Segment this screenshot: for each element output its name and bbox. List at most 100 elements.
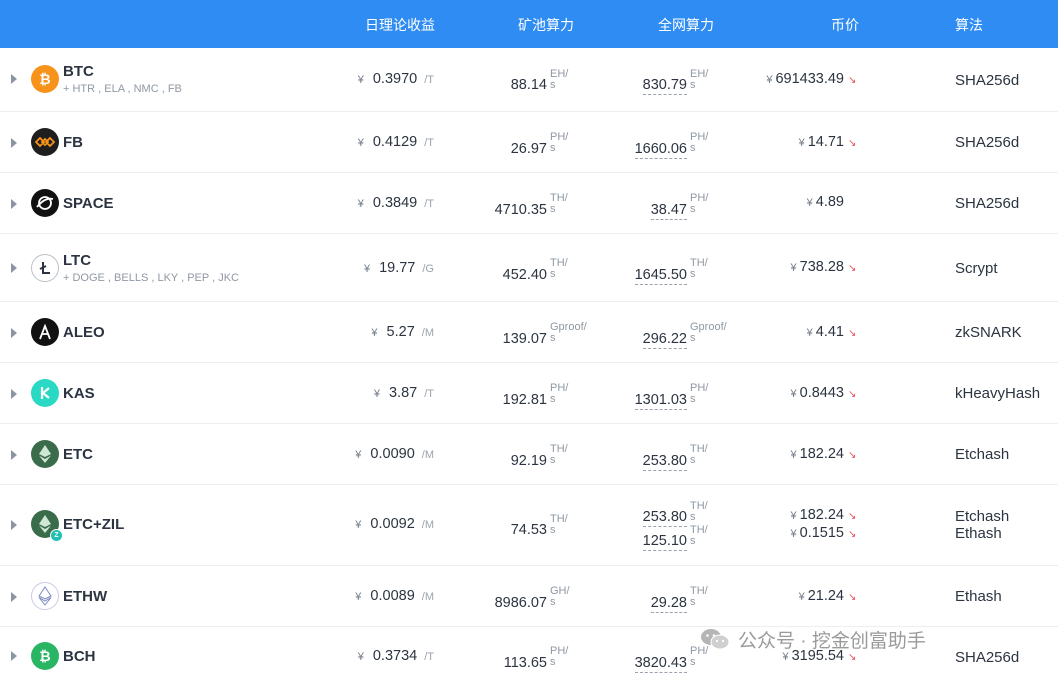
network-hashrate-value[interactable]: 296.22: [642, 331, 687, 349]
coin-name: BCH: [63, 648, 96, 665]
currency-symbol: ¥: [355, 519, 362, 531]
income-unit: /T: [424, 651, 434, 663]
expand-arrow-icon[interactable]: [11, 138, 17, 148]
expand-arrow-icon[interactable]: [11, 199, 17, 209]
table-header: 日理论收益 矿池算力 全网算力 币价 算法: [0, 0, 1058, 48]
currency-symbol: ¥: [806, 197, 813, 209]
table-row[interactable]: LTC + DOGE , BELLS , LKY , PEP , JKC ¥ 1…: [0, 234, 1058, 302]
header-coin-price[interactable]: 币价: [831, 15, 859, 35]
algorithm: SHA256d: [955, 72, 1020, 89]
algorithm: Ethash: [955, 588, 1002, 605]
expand-arrow-icon[interactable]: [11, 450, 17, 460]
currency-symbol: ¥: [798, 591, 805, 603]
coin-name: ETC: [63, 446, 93, 463]
income-value: 5.27: [386, 324, 415, 340]
coin-price: ¥ 4.89: [807, 194, 860, 210]
space-icon: [31, 189, 59, 217]
daily-income: ¥ 0.3734 /T: [358, 648, 434, 664]
expand-arrow-icon[interactable]: [11, 389, 17, 399]
header-network-hashrate[interactable]: 全网算力: [658, 15, 714, 35]
expand-arrow-icon[interactable]: [11, 651, 17, 661]
ethereum-pow-icon: [31, 582, 59, 610]
network-hashrate-value[interactable]: 38.47: [650, 202, 687, 220]
currency-symbol: ¥: [806, 327, 813, 339]
income-value: 0.3734: [372, 648, 418, 664]
hashrate-unit-time: s: [690, 268, 696, 280]
network-hashrate-value[interactable]: 125.10: [642, 533, 687, 551]
hashrate-unit-time: s: [690, 511, 696, 523]
coin-name: FB: [63, 134, 83, 151]
trend-down-icon: ↘: [848, 263, 857, 274]
hashrate-unit-time: s: [690, 203, 696, 215]
pool-hashrate-value: 4710.35: [494, 202, 547, 218]
network-hashrate-value[interactable]: 1660.06: [634, 141, 687, 159]
table-row[interactable]: FB ¥ 0.4129 /T 26.97 PH/ s 1660.06 PH/ s…: [0, 112, 1058, 173]
header-daily-income[interactable]: 日理论收益: [365, 15, 435, 35]
coin-name: ALEO: [63, 324, 105, 341]
header-algorithm[interactable]: 算法: [955, 15, 983, 35]
network-hashrate-value[interactable]: 253.80: [642, 509, 687, 527]
expand-arrow-icon[interactable]: [11, 592, 17, 602]
expand-arrow-icon[interactable]: [11, 328, 17, 338]
price-value: 0.1515: [799, 525, 844, 541]
expand-arrow-icon[interactable]: [11, 74, 17, 84]
coin-name: ETC+ZIL: [63, 516, 125, 533]
algorithm: SHA256d: [955, 195, 1020, 212]
coin-price: ¥ 182.24 ↘: [791, 507, 860, 523]
pool-hashrate-value: 26.97: [510, 141, 547, 157]
currency-symbol: ¥: [363, 263, 371, 275]
daily-income: ¥ 3.87 /T: [374, 385, 434, 401]
daily-income: ¥ 5.27 /M: [371, 324, 434, 340]
bitcoin-icon: ₿: [31, 65, 59, 93]
hashrate-unit-time: s: [690, 393, 696, 405]
hashrate-unit-time: s: [690, 142, 696, 154]
table-row[interactable]: ₿ BTC + HTR , ELA , NMC , FB ¥ 0.3970 /T…: [0, 48, 1058, 112]
coin-price: ¥ 738.28 ↘: [791, 259, 860, 275]
income-value: 0.0090: [370, 446, 415, 462]
income-value: 0.0089: [370, 588, 415, 604]
currency-symbol: ¥: [790, 262, 797, 274]
network-hashrate-value[interactable]: 3820.43: [634, 655, 687, 673]
currency-symbol: ¥: [357, 651, 364, 663]
hashrate-unit-time: s: [550, 596, 556, 608]
network-hashrate-value[interactable]: 29.28: [650, 595, 687, 613]
table-row[interactable]: Z ETC+ZIL ¥ 0.0092 /M 74.53 TH/ s 253.80…: [0, 485, 1058, 566]
coin-name: BTC: [63, 63, 94, 80]
income-unit: /T: [424, 137, 434, 149]
ethereum-classic-zil-icon: Z: [31, 510, 63, 542]
expand-arrow-icon[interactable]: [11, 520, 17, 530]
coin-name: KAS: [63, 385, 95, 402]
aleo-icon: [31, 318, 59, 346]
wechat-icon: [701, 629, 730, 650]
algorithm: kHeavyHash: [955, 385, 1041, 402]
header-pool-hashrate[interactable]: 矿池算力: [518, 15, 574, 35]
network-hashrate-value[interactable]: 1301.03: [634, 392, 687, 410]
expand-arrow-icon[interactable]: [11, 263, 17, 273]
svg-text:₿: ₿: [39, 72, 50, 87]
table-row[interactable]: ETC ¥ 0.0090 /M 92.19 TH/ s 253.80 TH/ s…: [0, 424, 1058, 485]
price-value: 182.24: [799, 507, 844, 523]
table-row[interactable]: ETHW ¥ 0.0089 /M 8986.07 GH/ s 29.28 TH/…: [0, 566, 1058, 627]
fractal-bitcoin-icon: [31, 128, 59, 156]
table-row[interactable]: ALEO ¥ 5.27 /M 139.07 Gproof/ s 296.22 G…: [0, 302, 1058, 363]
litecoin-icon: [31, 254, 59, 282]
table-row[interactable]: SPACE ¥ 0.3849 /T 4710.35 TH/ s 38.47 PH…: [0, 173, 1058, 234]
network-hashrate-value[interactable]: 1645.50: [634, 267, 687, 285]
table-row[interactable]: KAS ¥ 3.87 /T 192.81 PH/ s 1301.03 PH/ s…: [0, 363, 1058, 424]
trend-down-icon: ↘: [848, 592, 857, 603]
income-unit: /T: [424, 388, 434, 400]
income-unit: /M: [421, 449, 434, 461]
income-unit: /M: [421, 519, 434, 531]
coin-price: ¥ 4.41 ↘: [807, 324, 860, 340]
currency-symbol: ¥: [357, 74, 364, 86]
network-hashrate-value[interactable]: 253.80: [642, 453, 687, 471]
daily-income: ¥ 0.3849 /T: [358, 195, 434, 211]
network-hashrate-value[interactable]: 830.79: [642, 77, 687, 95]
currency-symbol: ¥: [357, 198, 364, 210]
hashrate-unit-time: s: [550, 332, 556, 344]
hashrate-unit-time: s: [690, 332, 696, 344]
hashrate-unit-time: s: [550, 524, 556, 536]
hashrate-unit-time: s: [550, 454, 556, 466]
hashrate-unit-time: s: [550, 142, 556, 154]
coin-price: ¥ 21.24 ↘: [799, 588, 860, 604]
